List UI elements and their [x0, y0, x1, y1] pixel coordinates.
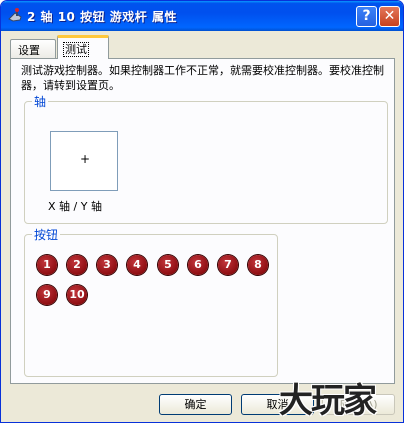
- joystick-button-indicator: 7: [218, 255, 238, 275]
- joystick-button-indicator: 3: [97, 255, 117, 275]
- joystick-button-indicator: 4: [127, 255, 147, 275]
- title-bar[interactable]: 2 轴 10 按钮 游戏杆 属性 ? ✕: [1, 1, 403, 31]
- crosshair-icon: +: [80, 152, 91, 166]
- joystick-button-indicator: 2: [67, 255, 87, 275]
- buttons-group: [24, 234, 278, 377]
- joystick-button-indicator: 10: [67, 285, 87, 305]
- properties-dialog: 2 轴 10 按钮 游戏杆 属性 ? ✕ 设置 测试 测试游戏控制器。如果控制器…: [0, 0, 404, 423]
- joystick-button-indicator: 1: [37, 255, 57, 275]
- joystick-icon: [8, 8, 22, 22]
- buttons-group-title: 按钮: [32, 226, 61, 243]
- tab-test[interactable]: 测试: [57, 35, 109, 59]
- joystick-button-indicator: 6: [188, 255, 208, 275]
- description-text: 测试游戏控制器。如果控制器工作不正常，就需要校准控制器。要校准控制器，请转到设置…: [21, 64, 384, 92]
- tab-test-label: 测试: [63, 42, 89, 57]
- close-button[interactable]: ✕: [379, 6, 400, 27]
- joystick-button-indicator: 9: [37, 285, 57, 305]
- help-button[interactable]: ?: [356, 6, 377, 27]
- joystick-button-indicator: 8: [248, 255, 268, 275]
- tab-settings[interactable]: 设置: [10, 39, 56, 58]
- window-title: 2 轴 10 按钮 游戏杆 属性: [27, 10, 177, 24]
- ok-button[interactable]: 确定: [159, 394, 232, 415]
- watermark-logo: 大玩家: [279, 381, 377, 421]
- joystick-button-indicator: 5: [158, 255, 178, 275]
- xy-axis-label: X 轴 / Y 轴: [48, 200, 102, 213]
- axes-group-title: 轴: [32, 93, 49, 110]
